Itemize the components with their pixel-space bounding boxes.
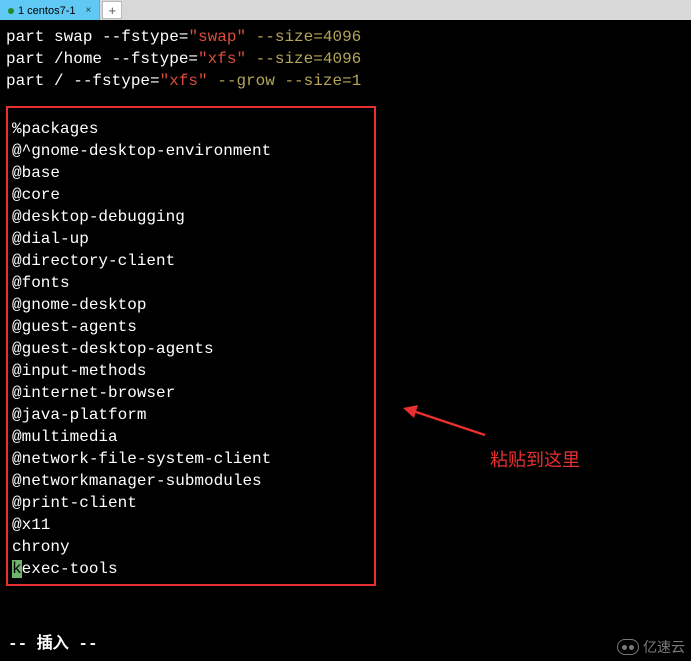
part-root-line: part / --fstype="xfs" --grow --size=1 [6,70,685,92]
pkg-line: @multimedia [12,426,370,448]
watermark-text: 亿速云 [643,637,685,657]
arrow-icon [400,400,490,440]
pkg-line: @java-platform [12,404,370,426]
pkg-line: @core [12,184,370,206]
pkg-line: @desktop-debugging [12,206,370,228]
pkg-line: @dial-up [12,228,370,250]
vim-status-line: -- 插入 -- [8,629,98,653]
annotation-arrow [400,400,490,440]
tab-label: 1 centos7-1 [18,5,75,17]
close-icon[interactable]: × [85,5,91,16]
pkg-line: @input-methods [12,360,370,382]
pkg-line: %packages [12,118,370,140]
add-tab-button[interactable]: + [102,1,122,19]
tab-bar: 1 centos7-1 × + [0,0,691,20]
pkg-line: @directory-client [12,250,370,272]
pkg-line: chrony [12,536,370,558]
pkg-line: @networkmanager-submodules [12,470,370,492]
pkg-line: @fonts [12,272,370,294]
tab-centos7-1[interactable]: 1 centos7-1 × [0,0,100,20]
tab-status-dot [8,8,14,14]
part-swap-line: part swap --fstype="swap" --size=4096 [6,26,685,48]
pkg-line: @gnome-desktop [12,294,370,316]
pkg-line: @x11 [12,514,370,536]
pkg-line: @^gnome-desktop-environment [12,140,370,162]
part-home-line: part /home --fstype="xfs" --size=4096 [6,48,685,70]
pkg-line: @guest-agents [12,316,370,338]
packages-highlight-box: %packages @^gnome-desktop-environment @b… [6,106,376,586]
pkg-line: @print-client [12,492,370,514]
watermark-icon [617,639,639,655]
cursor: k [12,560,22,578]
watermark: 亿速云 [617,637,685,657]
pkg-line: @internet-browser [12,382,370,404]
pkg-line: @base [12,162,370,184]
pkg-line: @network-file-system-client [12,448,370,470]
annotation-text: 粘贴到这里 [490,446,580,472]
pkg-line: @guest-desktop-agents [12,338,370,360]
terminal-output[interactable]: part swap --fstype="swap" --size=4096 pa… [0,20,691,586]
pkg-cursor-line: kexec-tools [12,558,370,580]
